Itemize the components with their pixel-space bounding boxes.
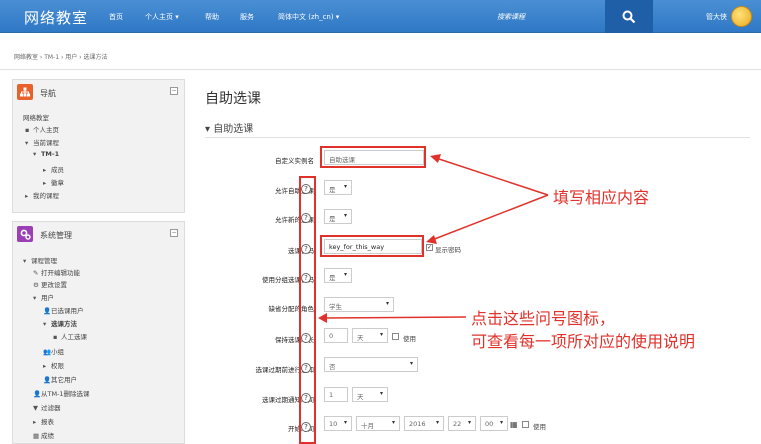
annotation-help-line2: 可查看每一项所对应的使用说明 [471, 332, 696, 351]
arrow-to-enrol-key [431, 194, 549, 241]
annotation-help-line1: 点击这些问号图标， [471, 309, 616, 328]
arrow-to-custom-name [435, 157, 549, 196]
annotation-arrows [318, 154, 549, 323]
annotation-fill-in: 填写相应内容 [553, 188, 650, 207]
arrow-to-help-icons [323, 316, 467, 319]
arrowhead-icon [318, 313, 327, 323]
arrowhead-icon [430, 154, 441, 163]
arrowhead-icon [426, 235, 437, 244]
